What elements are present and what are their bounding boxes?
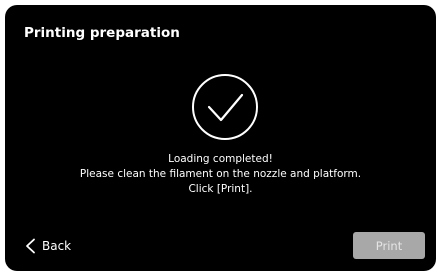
check-circle-icon bbox=[192, 74, 258, 140]
printer-screen: Printing preparation Loading completed! … bbox=[5, 5, 436, 271]
print-label: Print bbox=[375, 238, 403, 253]
back-button[interactable]: Back bbox=[25, 235, 71, 257]
chevron-left-icon bbox=[26, 238, 35, 254]
status-message: Loading completed! Please clean the fila… bbox=[5, 152, 436, 197]
status-line-action: Click [Print]. bbox=[188, 183, 253, 195]
print-button[interactable]: Print bbox=[353, 232, 425, 259]
status-line-instruction: Please clean the filament on the nozzle … bbox=[79, 168, 362, 180]
page-title: Printing preparation bbox=[24, 25, 180, 41]
back-label: Back bbox=[42, 239, 72, 253]
status-line-loading: Loading completed! bbox=[168, 153, 273, 165]
